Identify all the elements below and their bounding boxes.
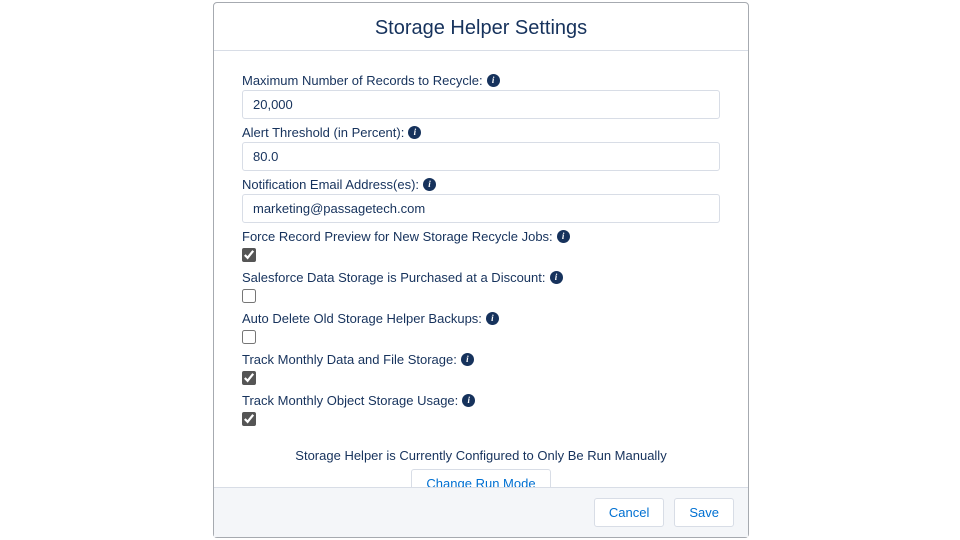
info-icon[interactable]: i [557, 230, 570, 243]
cancel-button[interactable]: Cancel [594, 498, 664, 527]
auto-delete-backups-checkbox[interactable] [242, 330, 256, 344]
change-run-mode-button[interactable]: Change Run Mode [411, 469, 550, 487]
modal-title: Storage Helper Settings [214, 17, 748, 40]
modal-body: Maximum Number of Records to Recycle: i … [214, 51, 748, 487]
notification-emails-input[interactable] [242, 194, 720, 223]
notification-emails-label: Notification Email Address(es): [242, 177, 419, 192]
modal-footer: Cancel Save [214, 487, 748, 537]
info-icon[interactable]: i [486, 312, 499, 325]
storage-helper-settings-modal: Storage Helper Settings Maximum Number o… [213, 2, 749, 538]
alert-threshold-label-row: Alert Threshold (in Percent): i [242, 125, 720, 140]
force-preview-label-row: Force Record Preview for New Storage Rec… [242, 229, 720, 244]
auto-delete-backups-label-row: Auto Delete Old Storage Helper Backups: … [242, 311, 720, 326]
discount-storage-checkbox[interactable] [242, 289, 256, 303]
track-monthly-object-group: Track Monthly Object Storage Usage: i [242, 393, 720, 432]
info-icon[interactable]: i [462, 394, 475, 407]
max-records-input[interactable] [242, 90, 720, 119]
auto-delete-backups-group: Auto Delete Old Storage Helper Backups: … [242, 311, 720, 350]
info-icon[interactable]: i [487, 74, 500, 87]
track-monthly-object-label-row: Track Monthly Object Storage Usage: i [242, 393, 720, 408]
force-preview-group: Force Record Preview for New Storage Rec… [242, 229, 720, 268]
track-monthly-data-group: Track Monthly Data and File Storage: i [242, 352, 720, 391]
discount-storage-label: Salesforce Data Storage is Purchased at … [242, 270, 546, 285]
force-preview-checkbox[interactable] [242, 248, 256, 262]
track-monthly-data-label: Track Monthly Data and File Storage: [242, 352, 457, 367]
change-run-mode-row: Change Run Mode [242, 469, 720, 487]
max-records-label: Maximum Number of Records to Recycle: [242, 73, 483, 88]
info-icon[interactable]: i [423, 178, 436, 191]
track-monthly-data-label-row: Track Monthly Data and File Storage: i [242, 352, 720, 367]
alert-threshold-input[interactable] [242, 142, 720, 171]
modal-header: Storage Helper Settings [214, 3, 748, 51]
run-mode-status: Storage Helper is Currently Configured t… [242, 448, 720, 463]
notification-emails-label-row: Notification Email Address(es): i [242, 177, 720, 192]
force-preview-label: Force Record Preview for New Storage Rec… [242, 229, 553, 244]
max-records-label-row: Maximum Number of Records to Recycle: i [242, 73, 720, 88]
track-monthly-data-checkbox[interactable] [242, 371, 256, 385]
alert-threshold-label: Alert Threshold (in Percent): [242, 125, 404, 140]
info-icon[interactable]: i [461, 353, 474, 366]
info-icon[interactable]: i [550, 271, 563, 284]
track-monthly-object-label: Track Monthly Object Storage Usage: [242, 393, 458, 408]
auto-delete-backups-label: Auto Delete Old Storage Helper Backups: [242, 311, 482, 326]
save-button[interactable]: Save [674, 498, 734, 527]
discount-storage-group: Salesforce Data Storage is Purchased at … [242, 270, 720, 309]
info-icon[interactable]: i [408, 126, 421, 139]
track-monthly-object-checkbox[interactable] [242, 412, 256, 426]
discount-storage-label-row: Salesforce Data Storage is Purchased at … [242, 270, 720, 285]
